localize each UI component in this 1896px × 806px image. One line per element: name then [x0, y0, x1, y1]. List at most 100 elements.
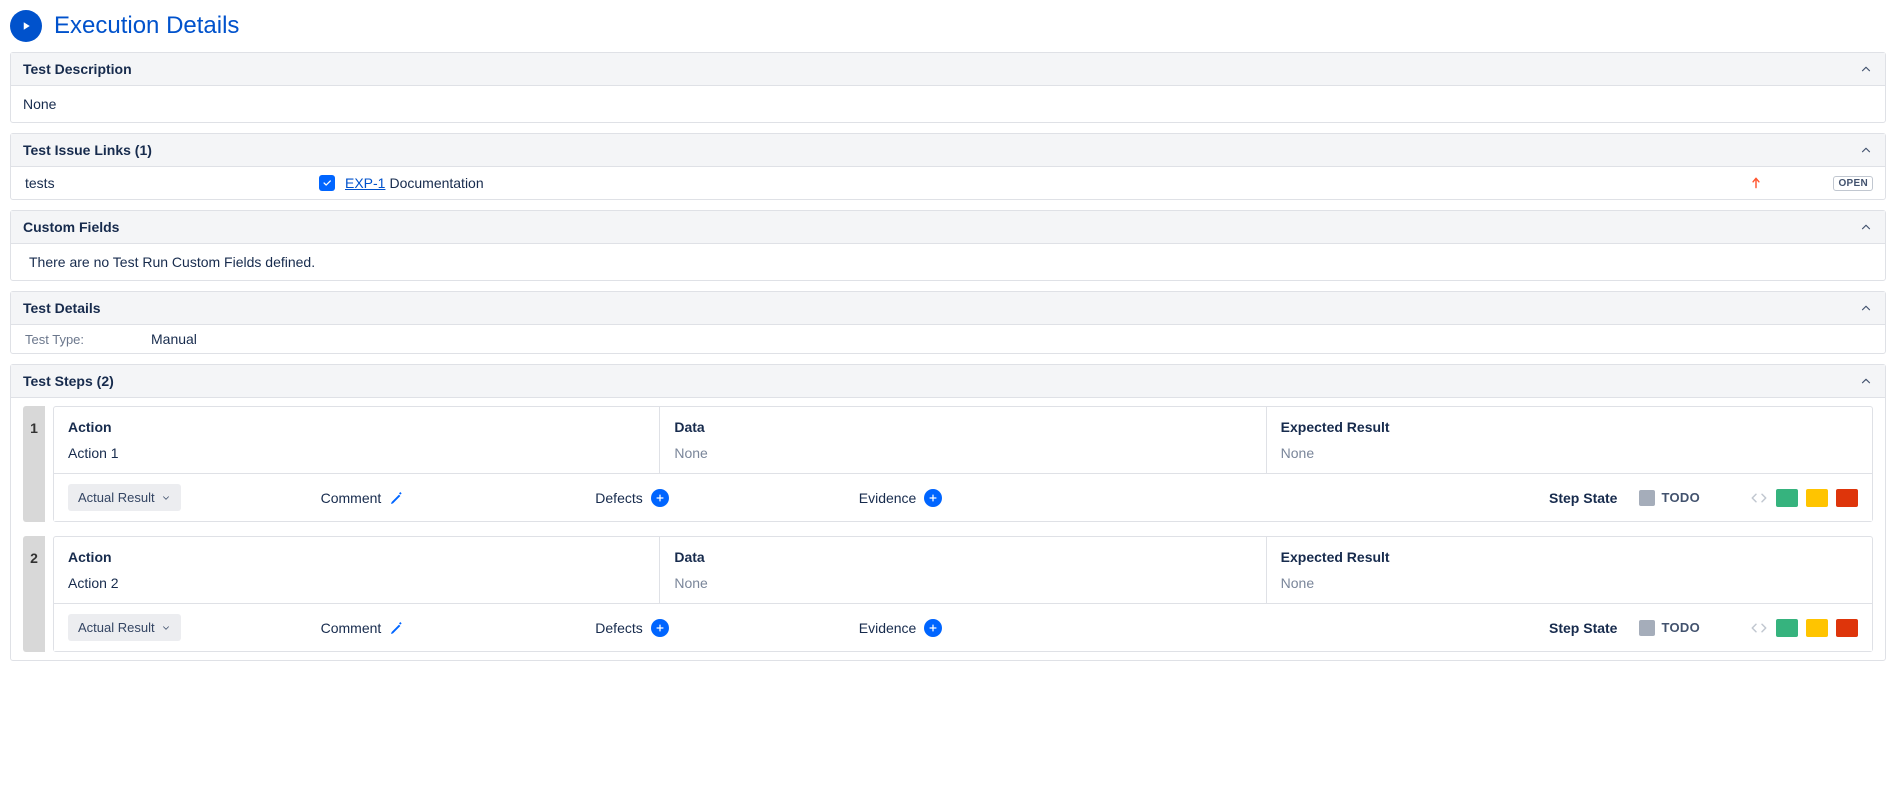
state-fail-button[interactable] — [1836, 619, 1858, 637]
step-action-value: Action 1 — [68, 445, 645, 461]
step-data-header: Data — [674, 549, 1251, 565]
state-text: TODO — [1661, 620, 1700, 635]
step-expected-value: None — [1281, 445, 1858, 461]
step-expected-header: Expected Result — [1281, 549, 1858, 565]
panel-header-test-steps[interactable]: Test Steps (2) — [11, 365, 1885, 398]
state-executing-button[interactable] — [1806, 489, 1828, 507]
step-state-label: Step State — [1549, 490, 1617, 506]
panel-header-custom-fields[interactable]: Custom Fields — [11, 211, 1885, 244]
step-action-cell: Action Action 2 — [54, 537, 660, 603]
state-fail-button[interactable] — [1836, 489, 1858, 507]
step-number: 2 — [23, 536, 45, 652]
panel-title: Test Steps (2) — [23, 373, 114, 389]
step-data-value: None — [674, 575, 1251, 591]
issue-links-body: tests EXP-1 Documentation OPEN — [11, 167, 1885, 199]
test-type-row: Test Type: Manual — [11, 325, 1885, 353]
chevron-up-icon[interactable] — [1859, 301, 1873, 315]
comment-item: Comment — [321, 490, 406, 506]
issue-link-row: tests EXP-1 Documentation OPEN — [23, 175, 1873, 191]
step-action-header: Action — [68, 549, 645, 565]
custom-fields-value: There are no Test Run Custom Fields defi… — [11, 244, 1885, 280]
state-pass-button[interactable] — [1776, 489, 1798, 507]
step-data-value: None — [674, 445, 1251, 461]
panel-header-issue-links[interactable]: Test Issue Links (1) — [11, 134, 1885, 167]
code-icon[interactable] — [1750, 489, 1768, 507]
step-action-cell: Action Action 1 — [54, 407, 660, 473]
state-color-swatch — [1639, 620, 1655, 636]
step-action-header: Action — [68, 419, 645, 435]
test-description-value: None — [11, 86, 1885, 122]
test-step-row: 1 Action Action 1 Data None Expected Res… — [23, 406, 1873, 522]
panel-custom-fields: Custom Fields There are no Test Run Cust… — [10, 210, 1886, 281]
step-number: 1 — [23, 406, 45, 522]
state-executing-button[interactable] — [1806, 619, 1828, 637]
state-buttons — [1750, 489, 1858, 507]
step-expected-value: None — [1281, 575, 1858, 591]
panel-title: Test Description — [23, 61, 132, 77]
page-header: Execution Details — [10, 10, 1886, 42]
issue-relation: tests — [23, 175, 319, 191]
add-evidence-button[interactable] — [924, 619, 942, 637]
defects-item: Defects — [595, 619, 668, 637]
add-defect-button[interactable] — [651, 619, 669, 637]
test-step-row: 2 Action Action 2 Data None Expected Res… — [23, 536, 1873, 652]
add-defect-button[interactable] — [651, 489, 669, 507]
state-pass-button[interactable] — [1776, 619, 1798, 637]
panel-test-details: Test Details Test Type: Manual — [10, 291, 1886, 354]
step-expected-header: Expected Result — [1281, 419, 1858, 435]
step-data-cell: Data None — [660, 537, 1266, 603]
issue-summary: Documentation — [389, 175, 483, 191]
issue-type-icon — [319, 175, 345, 191]
test-type-value: Manual — [151, 331, 197, 347]
execution-icon — [10, 10, 42, 42]
defects-label: Defects — [595, 490, 642, 506]
priority-icon — [1749, 176, 1763, 190]
comment-label: Comment — [321, 490, 382, 506]
code-icon[interactable] — [1750, 619, 1768, 637]
actual-result-button[interactable]: Actual Result — [68, 484, 181, 511]
state-buttons — [1750, 619, 1858, 637]
step-expected-cell: Expected Result None — [1267, 407, 1872, 473]
step-state-value: TODO — [1639, 620, 1700, 636]
chevron-up-icon[interactable] — [1859, 374, 1873, 388]
chevron-up-icon[interactable] — [1859, 220, 1873, 234]
chevron-up-icon[interactable] — [1859, 62, 1873, 76]
panel-header-test-description[interactable]: Test Description — [11, 53, 1885, 86]
issue-status-badge: OPEN — [1833, 176, 1873, 191]
defects-label: Defects — [595, 620, 642, 636]
evidence-label: Evidence — [859, 620, 917, 636]
actual-result-label: Actual Result — [78, 490, 155, 505]
chevron-down-icon — [161, 493, 171, 503]
evidence-label: Evidence — [859, 490, 917, 506]
comment-item: Comment — [321, 620, 406, 636]
chevron-up-icon[interactable] — [1859, 143, 1873, 157]
actual-result-label: Actual Result — [78, 620, 155, 635]
step-data-cell: Data None — [660, 407, 1266, 473]
panel-header-test-details[interactable]: Test Details — [11, 292, 1885, 325]
panel-issue-links: Test Issue Links (1) tests EXP-1 Documen… — [10, 133, 1886, 200]
actual-result-button[interactable]: Actual Result — [68, 614, 181, 641]
step-content: Action Action 2 Data None Expected Resul… — [53, 536, 1873, 652]
evidence-item: Evidence — [859, 619, 943, 637]
comment-label: Comment — [321, 620, 382, 636]
panel-title: Custom Fields — [23, 219, 119, 235]
step-data-header: Data — [674, 419, 1251, 435]
defects-item: Defects — [595, 489, 668, 507]
issue-key-link[interactable]: EXP-1 — [345, 175, 385, 191]
step-state-value: TODO — [1639, 490, 1700, 506]
step-content: Action Action 1 Data None Expected Resul… — [53, 406, 1873, 522]
state-color-swatch — [1639, 490, 1655, 506]
add-evidence-button[interactable] — [924, 489, 942, 507]
evidence-item: Evidence — [859, 489, 943, 507]
step-state-label: Step State — [1549, 620, 1617, 636]
panel-test-description: Test Description None — [10, 52, 1886, 123]
step-expected-cell: Expected Result None — [1267, 537, 1872, 603]
edit-comment-icon[interactable] — [389, 490, 405, 506]
panel-title: Test Issue Links (1) — [23, 142, 152, 158]
test-steps-body: 1 Action Action 1 Data None Expected Res… — [11, 398, 1885, 660]
state-text: TODO — [1661, 490, 1700, 505]
panel-test-steps: Test Steps (2) 1 Action Action 1 Data No… — [10, 364, 1886, 661]
step-action-value: Action 2 — [68, 575, 645, 591]
edit-comment-icon[interactable] — [389, 620, 405, 636]
chevron-down-icon — [161, 623, 171, 633]
